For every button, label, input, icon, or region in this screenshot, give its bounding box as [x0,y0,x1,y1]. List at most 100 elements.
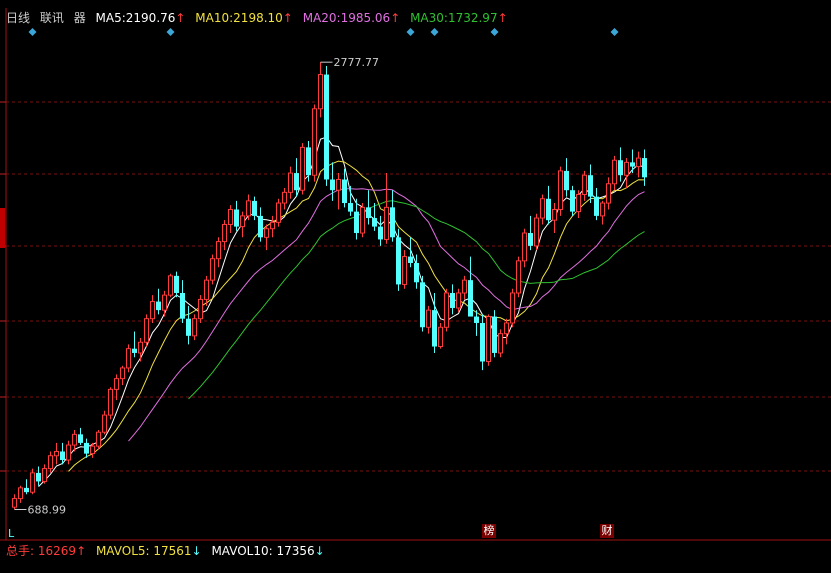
mavol10-value: MAVOL10: 17356 [211,544,315,558]
candle [456,288,461,313]
candle [240,211,245,238]
candle [300,143,305,195]
candlestick-chart: 2777.77 688.99 [0,8,831,541]
candle [312,104,317,182]
candle [636,151,641,178]
candle [420,275,425,332]
candle [84,438,89,458]
volume-readout: 总手: 16269↑ MAVOL5: 17561↓ MAVOL10: 17356… [6,542,331,559]
candle [612,155,617,191]
candle [618,147,623,182]
event-diamond[interactable] [430,28,439,36]
source-label[interactable]: 联讯 [40,11,64,25]
mavol5-arrow: ↓ [191,544,202,558]
low-label: 688.99 [28,504,67,517]
candle [540,194,545,225]
candle [138,337,143,362]
ma5-readout: MA5:2190.76↑ [96,11,190,25]
ma20-arrow: ↑ [390,11,401,25]
candle [24,479,29,495]
high-label: 2777.77 [334,56,380,69]
candle [150,295,155,323]
ma10-label: MA10: [195,11,234,25]
candle [330,162,335,201]
candle [522,228,527,268]
moving-average-lines [38,136,645,487]
candle [528,215,533,251]
candle [120,365,125,386]
ma10-readout: MA10:2198.10↑ [195,11,296,25]
ma30-value: 1732.97 [447,11,498,25]
period-label[interactable]: 日线 [6,11,30,25]
ma10-arrow: ↑ [282,11,293,25]
candle [276,198,281,227]
candles [12,62,647,510]
candle [558,166,563,216]
candle [162,290,167,317]
ma20-label: MA20: [302,11,341,25]
candle [594,188,599,221]
candle [174,271,179,298]
candle [564,158,569,197]
candle [630,149,635,174]
candle [66,440,71,465]
candle [336,173,341,210]
event-diamond[interactable] [406,28,415,36]
candle [270,215,275,238]
candle [36,466,41,486]
candle [186,305,191,345]
candle [546,185,551,225]
event-markers [28,28,619,36]
candle [156,288,161,315]
candle [588,164,593,204]
candle [504,318,509,345]
candle [582,170,587,201]
candle [126,344,131,373]
candle [426,305,431,334]
candle [480,314,485,371]
candle [168,273,173,298]
candle [252,196,257,221]
candle [516,256,521,298]
mavol5-value: MAVOL5: 17561 [95,544,192,558]
volume-value: 16269 [37,544,77,558]
candle [468,256,473,317]
candle [438,322,443,349]
candle [78,427,83,446]
mavol10-arrow: ↓ [314,544,325,558]
candle [462,275,467,300]
ma30-label: MA30: [410,11,448,25]
candle [450,284,455,315]
candle [258,207,263,242]
event-diamond[interactable] [610,28,619,36]
volume-label: 总手: 16269↑ [6,544,86,558]
candle [180,280,185,323]
volume-title: 总手: [6,544,35,558]
candle [96,430,101,450]
tool-label[interactable]: 器 [74,11,86,25]
candle [600,200,605,225]
candle [42,464,47,484]
ma20-readout: MA20:1985.06↑ [303,11,404,25]
event-diamond[interactable] [490,28,499,36]
candle [216,237,221,268]
candle [402,250,407,289]
marker-cai[interactable]: 财 [600,524,614,538]
candle [642,149,647,186]
event-diamond[interactable] [28,28,37,36]
candle [576,190,581,219]
candle [324,65,329,186]
candle [210,254,215,285]
candle [606,177,611,210]
candle [624,158,629,189]
marker-bang[interactable]: 榜 [482,524,496,538]
candle [390,190,395,242]
candle [378,215,383,246]
candle [552,203,557,234]
candle [486,314,491,366]
candle [396,228,401,291]
event-diamond[interactable] [166,28,175,36]
candle [444,288,449,332]
candle [132,331,137,358]
candle [534,213,539,251]
